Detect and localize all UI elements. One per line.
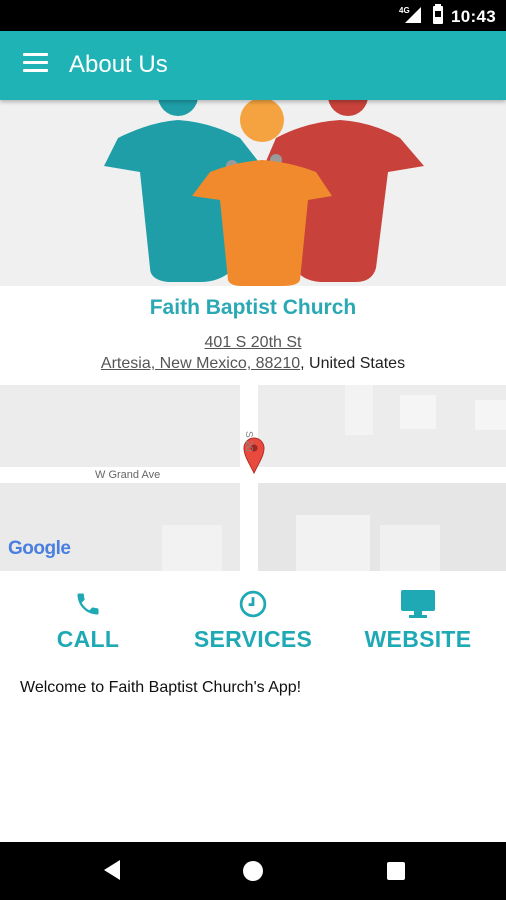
location-map[interactable]: W Grand Ave S 20 Google: [0, 385, 506, 571]
clock-icon: [169, 586, 337, 622]
page-title: About Us: [69, 51, 168, 78]
church-name: Faith Baptist Church: [149, 296, 357, 319]
status-bar: 4G 10:43: [0, 0, 506, 31]
google-logo-text: Google: [8, 538, 71, 559]
welcome-text: Welcome to Faith Baptist Church's App!: [20, 679, 302, 696]
battery-icon: [432, 4, 444, 29]
google-logo: Google: [8, 538, 71, 560]
church-logo-image: [0, 100, 506, 286]
phone-icon: [4, 586, 172, 622]
action-row: CALL SERVICES WEBSITE: [0, 586, 506, 656]
app-bar: About Us: [0, 31, 506, 100]
clock-time: 10:43: [451, 6, 496, 26]
call-label: CALL: [56, 626, 120, 652]
address-line-2: Artesia, New Mexico, 88210, United State…: [0, 355, 506, 373]
services-button[interactable]: SERVICES: [169, 586, 337, 653]
call-button[interactable]: CALL: [4, 586, 172, 653]
hamburger-menu-icon[interactable]: [23, 53, 48, 75]
signal-icon: 4G: [399, 4, 425, 29]
monitor-icon: [334, 586, 502, 622]
website-button[interactable]: WEBSITE: [334, 586, 502, 653]
cross-street-label: S 20: [243, 431, 254, 452]
svg-text:4G: 4G: [399, 6, 410, 15]
system-nav-bar: [0, 842, 506, 900]
back-icon[interactable]: [102, 859, 122, 886]
address-line-1: 401 S 20th St: [0, 334, 506, 352]
home-icon[interactable]: [242, 860, 264, 887]
address-city-link[interactable]: Artesia, New Mexico, 88210: [101, 355, 300, 372]
recents-icon[interactable]: [386, 861, 406, 886]
services-label: SERVICES: [193, 626, 313, 652]
street-label: W Grand Ave: [95, 469, 161, 481]
address-country: , United States: [300, 355, 406, 372]
website-label: WEBSITE: [364, 626, 472, 652]
address-street-link[interactable]: 401 S 20th St: [205, 334, 302, 351]
